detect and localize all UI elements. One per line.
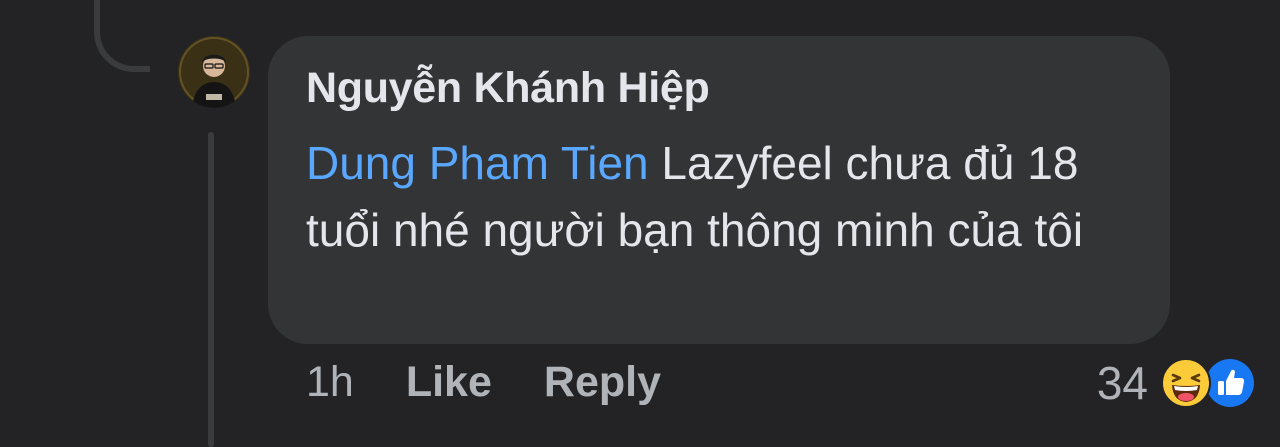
comment-thread: Nguyễn Khánh Hiệp Dung Pham Tien Lazyfee… [0, 0, 1280, 447]
reaction-summary[interactable]: 34 [1097, 356, 1256, 410]
comment-body: Dung Pham Tien Lazyfeel chưa đủ 18 tuổi … [306, 130, 1156, 264]
like-button[interactable]: Like [406, 358, 492, 407]
haha-icon [1161, 358, 1211, 408]
reply-button[interactable]: Reply [544, 358, 661, 407]
avatar-image [178, 36, 250, 108]
avatar[interactable] [178, 36, 250, 108]
thread-connector-line [208, 132, 214, 447]
mention-link[interactable]: Dung Pham Tien [306, 137, 649, 189]
comment-actions: 1h Like Reply [306, 358, 661, 407]
comment-author[interactable]: Nguyễn Khánh Hiệp [306, 64, 710, 113]
thread-connector-curve [94, 0, 150, 72]
comment-timestamp[interactable]: 1h [306, 358, 354, 407]
reaction-count: 34 [1096, 357, 1148, 409]
reaction-icons [1160, 357, 1256, 409]
